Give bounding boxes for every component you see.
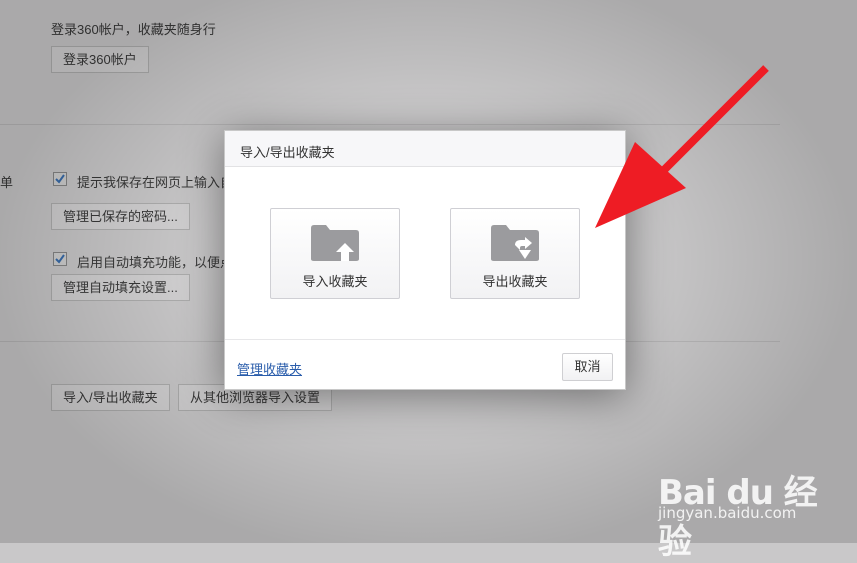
red-arrow-annotation	[595, 65, 769, 228]
import-export-dialog: 导入/导出收藏夹 导入收藏夹 导出收藏夹 管理收藏夹 取消	[224, 130, 626, 390]
save-password-checkbox[interactable]	[53, 172, 67, 186]
baidu-jingyan-watermark: Bai du 经验 jingyan.baidu.com	[652, 448, 842, 562]
save-password-text: 提示我保存在网页上输入自	[77, 175, 234, 190]
manage-passwords-button[interactable]: 管理已保存的密码...	[51, 203, 190, 230]
import-bookmarks-label: 导入收藏夹	[302, 274, 368, 289]
watermark-url: jingyan.baidu.com	[658, 504, 797, 522]
dialog-footer-divider	[225, 339, 625, 340]
dialog-header: 导入/导出收藏夹	[225, 131, 625, 167]
manage-autofill-button[interactable]: 管理自动填充设置...	[51, 274, 190, 301]
import-bookmarks-tile[interactable]: 导入收藏夹	[270, 208, 400, 299]
account-sync-text: 登录360帐户，收藏夹随身行	[51, 22, 216, 37]
import-export-bookmarks-button[interactable]: 导入/导出收藏夹	[51, 384, 170, 411]
folder-download-icon	[489, 223, 541, 268]
manage-bookmarks-link[interactable]: 管理收藏夹	[237, 359, 302, 378]
cancel-button[interactable]: 取消	[562, 353, 613, 381]
login-360-button[interactable]: 登录360帐户	[51, 46, 149, 73]
export-bookmarks-label: 导出收藏夹	[482, 274, 548, 289]
autofill-checkbox[interactable]	[53, 252, 67, 266]
autofill-text: 启用自动填充功能，以便点	[77, 255, 234, 270]
section-label: 单	[0, 175, 14, 190]
export-bookmarks-tile[interactable]: 导出收藏夹	[450, 208, 580, 299]
folder-upload-icon	[309, 223, 361, 268]
dialog-title: 导入/导出收藏夹	[240, 145, 335, 160]
